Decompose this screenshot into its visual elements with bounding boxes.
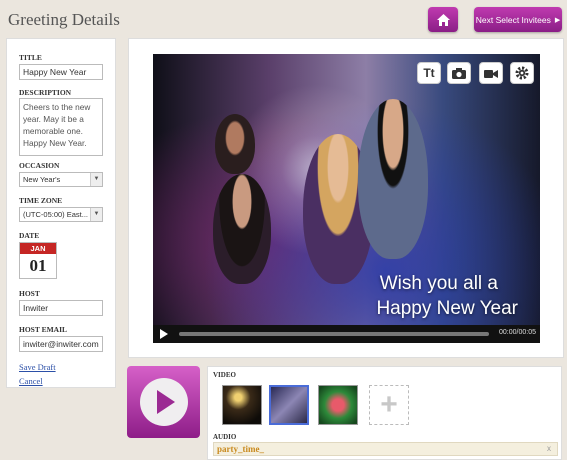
cancel-link[interactable]: Cancel	[19, 376, 43, 386]
video-thumbnail[interactable]	[318, 385, 358, 425]
date-picker[interactable]: JAN 01	[19, 242, 57, 279]
timezone-select[interactable]: (UTC-05:00) East... ▼	[19, 207, 103, 222]
preview-play-button[interactable]	[127, 366, 200, 438]
video-camera-icon[interactable]	[479, 62, 503, 84]
chevron-down-icon: ▼	[90, 173, 102, 186]
video-preview-panel: Tt Wish you all a Happy New Year 00:00/0…	[128, 38, 564, 358]
video-figure	[213, 174, 271, 284]
date-day: 01	[29, 256, 47, 275]
play-icon	[157, 390, 175, 414]
chevron-down-icon: ▼	[90, 208, 102, 221]
remove-audio-button[interactable]: x	[547, 444, 551, 453]
date-month: JAN	[20, 243, 56, 254]
greeting-form: TITLE Happy New Year DESCRIPTION Cheers …	[6, 38, 116, 388]
add-video-button[interactable]: +	[369, 385, 409, 425]
video-player[interactable]: Tt Wish you all a Happy New Year 00:00/0…	[153, 54, 540, 343]
play-circle	[139, 378, 188, 426]
camera-glyph	[452, 67, 466, 79]
video-controls: 00:00/00:05	[153, 325, 540, 343]
video-overlay-line2: Happy New Year	[376, 298, 518, 319]
host-email-label: HOST EMAIL	[19, 325, 67, 334]
video-thumbnail-selected[interactable]	[269, 385, 309, 425]
gear-glyph	[515, 66, 529, 80]
save-draft-link[interactable]: Save Draft	[19, 362, 56, 372]
description-label: DESCRIPTION	[19, 88, 72, 97]
home-icon	[436, 13, 450, 26]
occasion-value: New Year's	[23, 175, 61, 184]
media-panel: VIDEO + AUDIO party_time_ x	[207, 366, 562, 460]
text-icon[interactable]: Tt	[417, 62, 441, 84]
page-title: Greeting Details	[8, 10, 120, 29]
video-camera-glyph	[484, 69, 498, 78]
audio-track-name: party_time_	[217, 444, 264, 454]
video-time: 00:00/00:05	[499, 329, 536, 336]
video-progress-bar[interactable]	[179, 332, 489, 336]
date-label: DATE	[19, 231, 40, 240]
title-label: TITLE	[19, 53, 42, 62]
timezone-value: (UTC-05:00) East...	[23, 210, 89, 219]
description-textarea[interactable]: Cheers to the new year. May it be a memo…	[19, 98, 103, 156]
next-button-label: Next Select Invitees	[475, 14, 551, 25]
audio-section-label: AUDIO	[213, 433, 237, 441]
video-overlay-line1: Wish you all a	[379, 273, 498, 294]
host-label: HOST	[19, 289, 40, 298]
timezone-label: TIME ZONE	[19, 196, 63, 205]
camera-icon[interactable]	[447, 62, 471, 84]
video-section-label: VIDEO	[213, 371, 236, 379]
title-input[interactable]: Happy New Year	[19, 64, 103, 80]
host-input[interactable]: Inwiter	[19, 300, 103, 316]
video-thumbnail[interactable]	[222, 385, 262, 425]
play-icon[interactable]	[160, 329, 168, 339]
next-select-invitees-button[interactable]: Next Select Invitees ▶	[474, 7, 562, 32]
audio-track[interactable]: party_time_ x	[213, 442, 558, 456]
gear-icon[interactable]	[510, 62, 534, 84]
home-button[interactable]	[428, 7, 458, 32]
video-figure	[215, 114, 255, 174]
plus-icon: +	[380, 388, 398, 421]
chevron-right-icon: ▶	[554, 16, 561, 24]
host-email-input[interactable]: inwiter@inwiter.com	[19, 336, 103, 352]
video-figure	[358, 99, 428, 259]
occasion-select[interactable]: New Year's ▼	[19, 172, 103, 187]
occasion-label: OCCASION	[19, 161, 60, 170]
